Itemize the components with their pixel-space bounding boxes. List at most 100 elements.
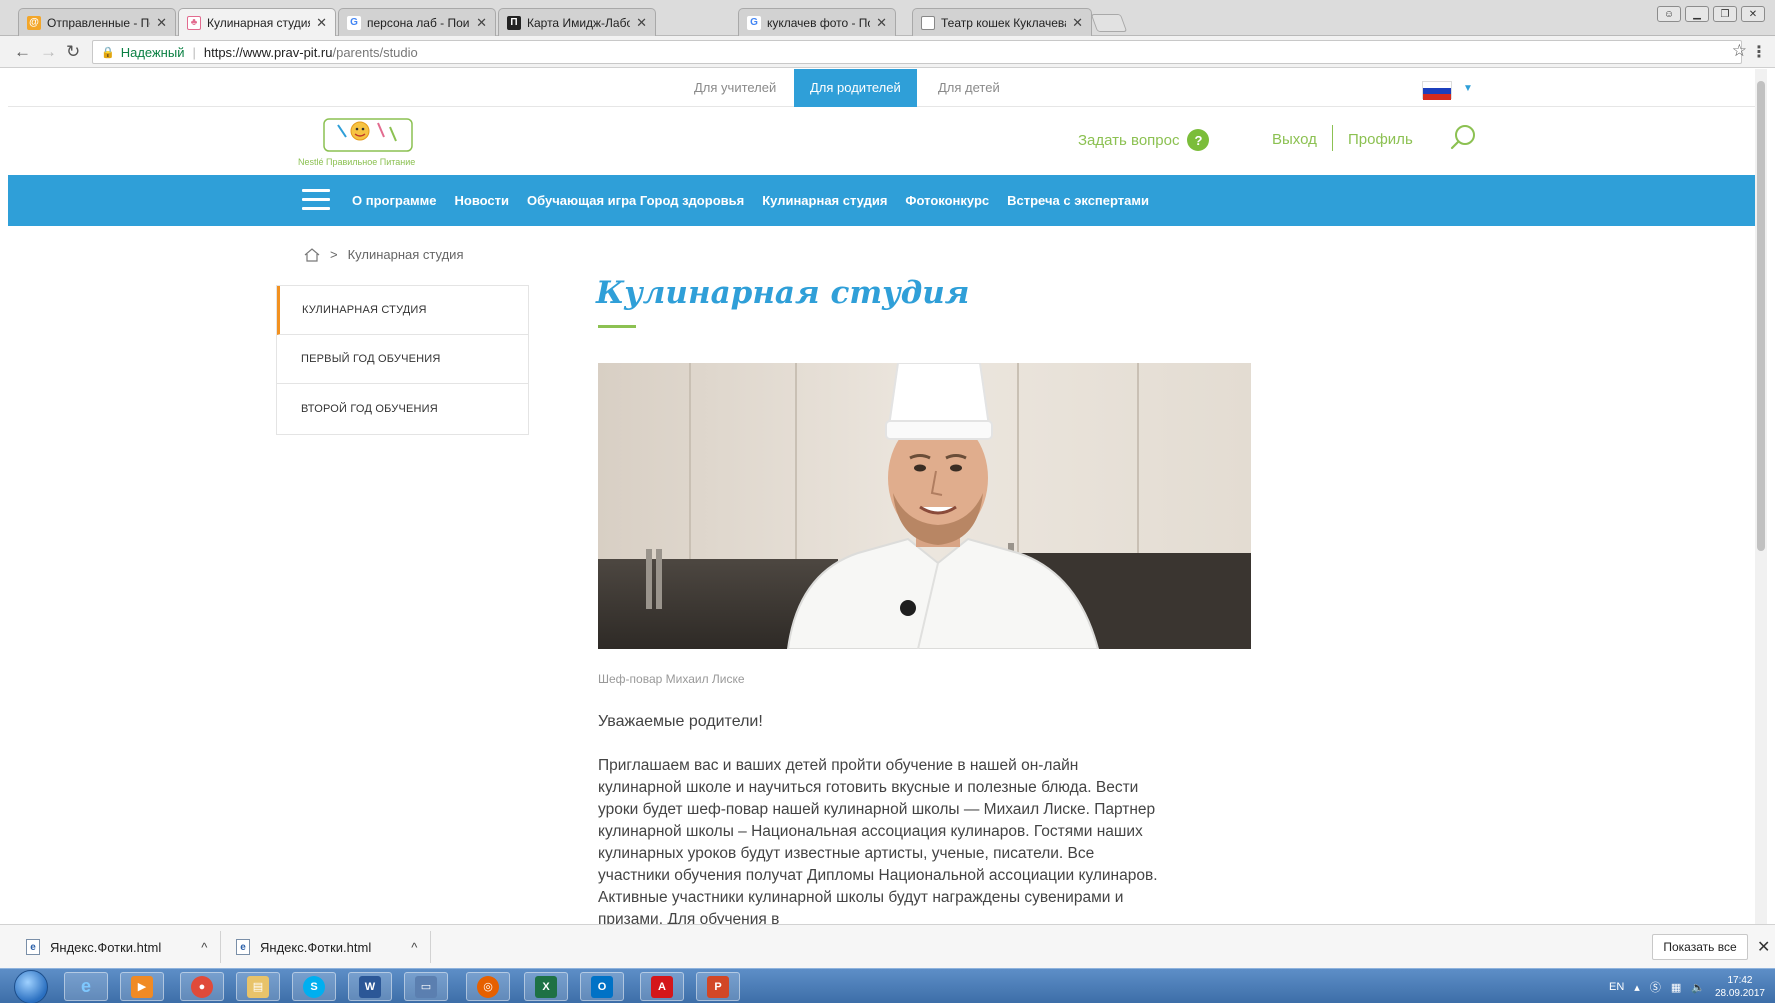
page-icon [921,15,935,30]
search-icon[interactable] [1448,123,1478,153]
clock[interactable]: 17:42 28.09.2017 [1715,974,1765,1000]
excel-icon[interactable]: X [524,972,568,1001]
side-item-second-year[interactable]: Второй год обучения [277,384,528,434]
tab-close-icon[interactable]: ✕ [876,15,887,31]
firefox-icon[interactable]: ◎ [466,972,510,1001]
browser-tab-mail[interactable]: @ Отправленные - Почта ✕ [18,8,176,36]
tab-close-icon[interactable]: ✕ [636,15,647,31]
nav-item-about[interactable]: О программе [352,193,437,208]
tab-close-icon[interactable]: ✕ [156,15,167,31]
nav-item-health-city-game[interactable]: Обучающая игра Город здоровья [527,193,744,208]
window-controls: ☺ ▁ ❐ ✕ [1657,6,1765,22]
show-all-downloads-button[interactable]: Показать все [1652,934,1748,960]
breadcrumb-current: Кулинарная студия [347,247,464,262]
audience-children[interactable]: Для детей [922,69,1016,107]
ask-question-link[interactable]: Задать вопрос ? [1078,129,1210,151]
download-filename: Яндекс.Фотки.html [260,939,372,955]
breadcrumb-separator: > [330,247,338,262]
browser-tab-map[interactable]: П Карта Имидж-Лаборат ✕ [498,8,656,36]
russian-flag-icon[interactable] [1422,81,1452,100]
acrobat-icon[interactable]: A [640,972,684,1001]
remote-desktop-icon[interactable]: ▭ [404,972,448,1001]
browser-toolbar: ← → ↻ 🔒 Надежный | https://www.prav-pit.… [0,36,1775,68]
browser-tab-culinary-studio[interactable]: ♣ Кулинарная студия ✕ [178,8,336,36]
nav-item-culinary-studio[interactable]: Кулинарная студия [762,193,887,208]
internet-explorer-icon[interactable]: e [64,972,108,1001]
tab-title: Театр кошек Куклачева [941,15,1067,30]
page-viewport: Для учителей Для родителей Для детей ▼ N… [8,69,1767,924]
lock-icon: 🔒 [101,46,115,59]
tab-title: Кулинарная студия [207,15,311,30]
side-item-culinary-studio[interactable]: Кулинарная студия [277,286,528,335]
forward-icon[interactable]: → [40,42,57,62]
chevron-up-icon[interactable]: ^ [411,940,417,955]
restore-icon[interactable]: ❐ [1713,6,1737,22]
page-scrollbar[interactable] [1755,69,1767,924]
file-explorer-icon[interactable]: ▤ [236,972,280,1001]
download-separator [220,931,221,963]
browser-menu-icon[interactable]: ⋮ [1751,42,1767,62]
nestle-logo[interactable]: Nestlé Правильное Питание [298,115,438,169]
audience-bar: Для учителей Для родителей Для детей ▼ [8,69,1755,107]
photo-caption: Шеф-повар Михаил Лиске [598,672,745,686]
audience-teachers[interactable]: Для учителей [678,69,792,107]
scrollbar-thumb[interactable] [1757,81,1765,551]
page-title: Кулинарная студия [596,275,970,311]
word-icon[interactable]: W [348,972,392,1001]
side-item-first-year[interactable]: Первый год обучения [277,335,528,384]
nav-item-news[interactable]: Новости [455,193,510,208]
download-item[interactable]: e Яндекс.Фотки.html ^ [26,925,207,969]
windows-start-icon[interactable] [14,970,48,1003]
downloads-bar: e Яндекс.Фотки.html ^ e Яндекс.Фотки.htm… [0,924,1775,968]
map-icon: П [507,15,521,30]
skype-tray-icon[interactable]: Ⓢ [1650,979,1661,995]
address-bar[interactable]: 🔒 Надежный | https://www.prav-pit.ru /pa… [92,40,1742,64]
skype-icon[interactable]: S [292,972,336,1001]
nav-item-experts-meeting[interactable]: Встреча с экспертами [1007,193,1149,208]
hamburger-menu-icon[interactable] [302,189,330,211]
question-icon: ? [1187,129,1210,151]
clock-date: 28.09.2017 [1714,988,1765,999]
outlook-icon[interactable]: O [580,972,624,1001]
powerpoint-icon[interactable]: P [696,972,740,1001]
logout-link[interactable]: Выход [1272,131,1317,148]
tray-expand-icon[interactable]: ▴ [1634,981,1640,994]
language-indicator[interactable]: EN [1609,981,1624,993]
volume-icon[interactable]: 🔈 [1691,981,1705,994]
url-path: /parents/studio [332,44,418,60]
google-icon: G [747,15,761,30]
tab-title: Карта Имидж-Лаборат [527,15,630,30]
media-player-icon[interactable]: ▶ [120,972,164,1001]
close-window-icon[interactable]: ✕ [1741,6,1765,22]
profile-link[interactable]: Профиль [1348,131,1413,148]
tab-title: куклачев фото - Поиск [767,15,870,30]
ask-question-label: Задать вопрос [1078,131,1180,149]
header-divider [1332,125,1333,151]
browser-tab-strip: @ Отправленные - Почта ✕ ♣ Кулинарная ст… [0,0,1775,36]
tab-close-icon[interactable]: ✕ [476,15,487,31]
browser-tab-search-persona[interactable]: G персона лаб - Поиск в ✕ [338,8,496,36]
reload-icon[interactable]: ↻ [66,42,80,62]
minimize-icon[interactable]: ▁ [1685,6,1709,22]
system-tray: EN ▴ Ⓢ ▦ 🔈 17:42 28.09.2017 [1609,971,1765,1003]
network-icon[interactable]: ▦ [1671,981,1681,994]
back-icon[interactable]: ← [14,42,31,62]
audience-parents[interactable]: Для родителей [794,69,917,107]
close-downloads-icon[interactable]: ✕ [1757,937,1770,957]
tab-close-icon[interactable]: ✕ [316,15,327,31]
chevron-down-icon[interactable]: ▼ [1463,83,1473,94]
address-separator: | [192,44,196,60]
download-item[interactable]: e Яндекс.Фотки.html ^ [236,925,417,969]
chrome-icon[interactable]: ● [180,972,224,1001]
tab-close-icon[interactable]: ✕ [1072,15,1083,31]
bookmark-star-icon[interactable]: ☆ [1732,41,1747,61]
home-icon[interactable] [304,247,320,262]
user-icon[interactable]: ☺ [1657,6,1681,22]
google-icon: G [347,15,361,30]
browser-tab-cat-theatre[interactable]: Театр кошек Куклачева ✕ [912,8,1092,36]
new-tab-button[interactable] [1090,14,1128,32]
chevron-up-icon[interactable]: ^ [201,940,207,955]
chef-photo [598,363,1251,649]
nav-item-photo-contest[interactable]: Фотоконкурс [905,193,989,208]
browser-tab-search-kuklachev[interactable]: G куклачев фото - Поиск ✕ [738,8,896,36]
